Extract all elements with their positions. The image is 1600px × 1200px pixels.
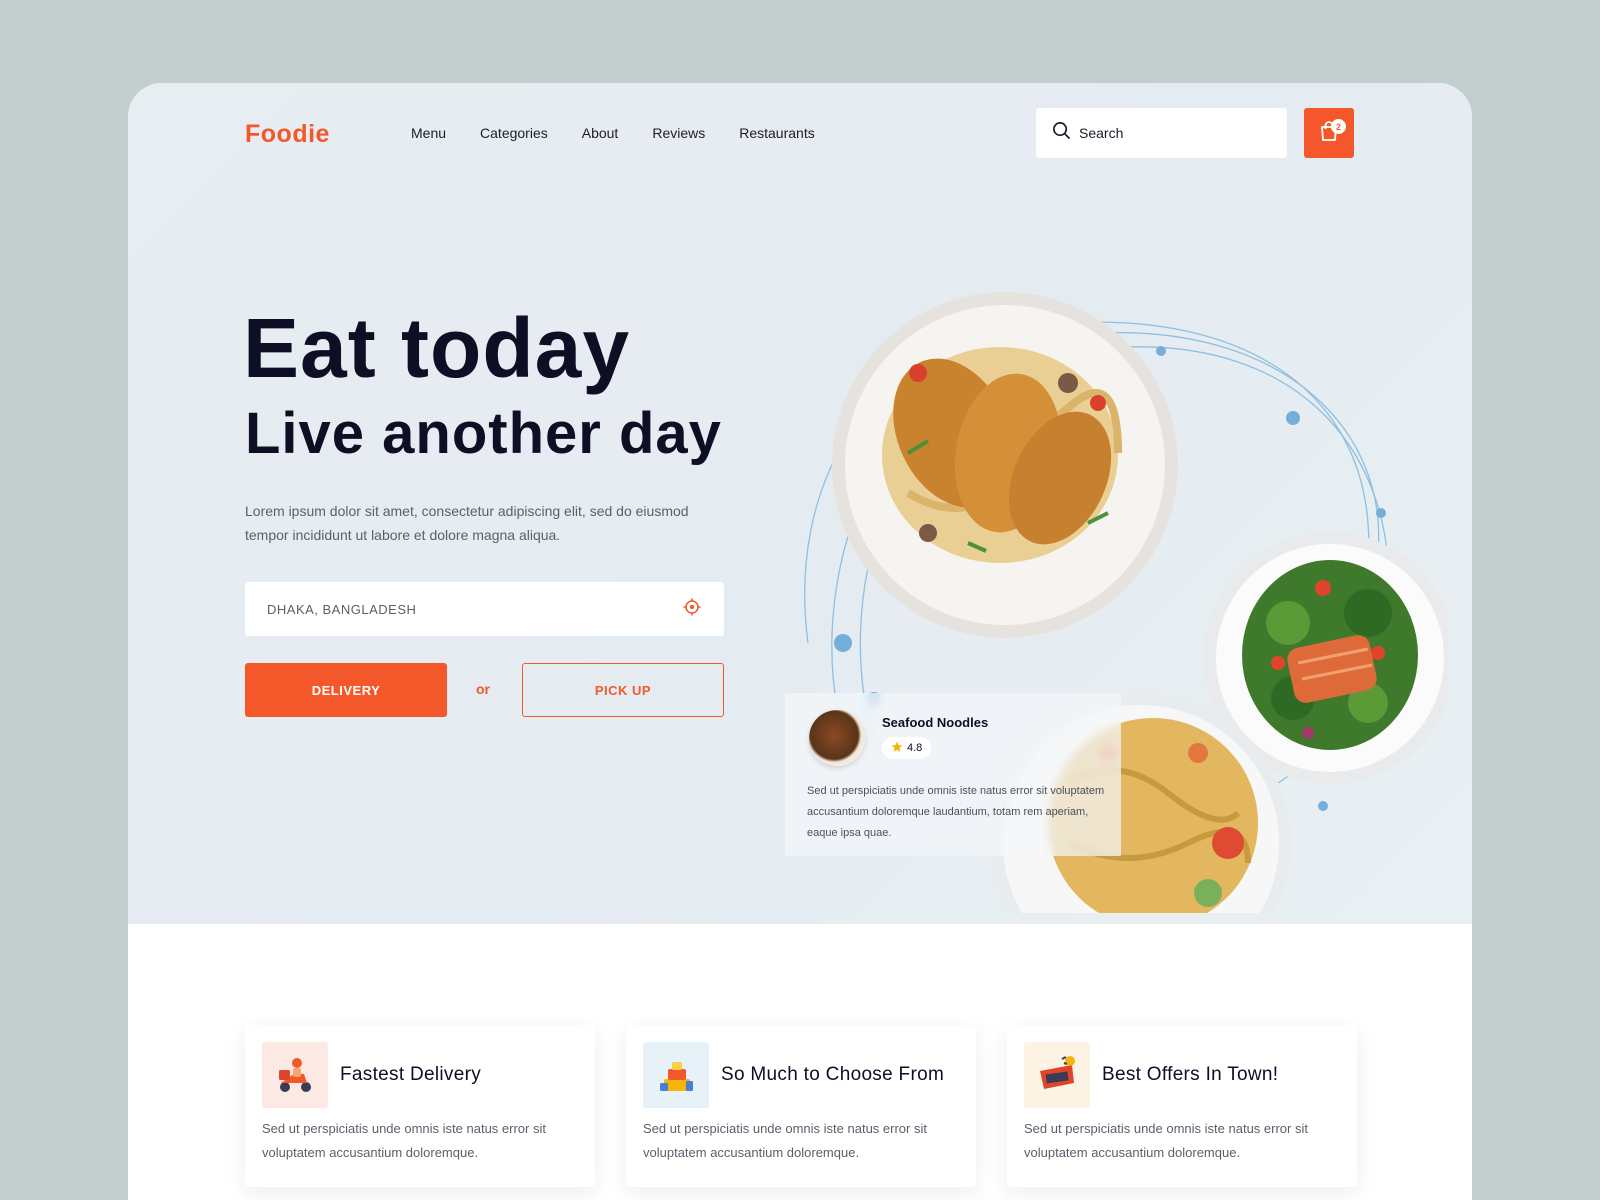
feature-card-delivery[interactable]: Fastest Delivery Sed ut perspiciatis und… bbox=[245, 1025, 595, 1187]
locate-icon[interactable] bbox=[682, 597, 702, 622]
dish-description: Sed ut perspiciatis unde omnis iste natu… bbox=[807, 785, 1105, 839]
nav-about[interactable]: About bbox=[582, 125, 619, 141]
search-box[interactable] bbox=[1036, 108, 1287, 158]
rating-value: 4.8 bbox=[907, 742, 923, 754]
headline: Eat today bbox=[243, 301, 631, 395]
landing-page: Foodie Menu Categories About Reviews Res… bbox=[128, 83, 1472, 1200]
features-row: Fastest Delivery Sed ut perspiciatis und… bbox=[245, 1025, 1357, 1187]
dish-title: Seafood Noodles bbox=[882, 715, 989, 730]
star-icon bbox=[891, 741, 903, 756]
main-nav: Menu Categories About Reviews Restaurant… bbox=[411, 125, 815, 141]
feature-card-offers[interactable]: Best Offers In Town! Sed ut perspiciatis… bbox=[1007, 1025, 1357, 1187]
chicken-pasta-plate bbox=[832, 292, 1178, 638]
location-box[interactable] bbox=[245, 582, 724, 636]
search-input[interactable] bbox=[1079, 125, 1269, 141]
or-label: or bbox=[476, 681, 490, 697]
feature-description: Sed ut perspiciatis unde omnis iste natu… bbox=[1024, 1121, 1308, 1160]
scooter-icon bbox=[262, 1042, 328, 1108]
feature-description: Sed ut perspiciatis unde omnis iste natu… bbox=[262, 1121, 546, 1160]
rating-badge: 4.8 bbox=[882, 737, 932, 759]
special-offer-icon bbox=[1024, 1042, 1090, 1108]
delivery-button[interactable]: DELIVERY bbox=[245, 663, 447, 717]
pickup-button[interactable]: PICK UP bbox=[522, 663, 724, 717]
logo[interactable]: Foodie bbox=[245, 120, 330, 149]
search-icon bbox=[1052, 121, 1071, 145]
subheadline: Live another day bbox=[245, 401, 722, 466]
nav-categories[interactable]: Categories bbox=[480, 125, 548, 141]
cart-count-badge: 2 bbox=[1331, 119, 1346, 134]
dish-thumbnail bbox=[809, 710, 865, 766]
hero-description: Lorem ipsum dolor sit amet, consectetur … bbox=[245, 503, 689, 543]
cart-button[interactable]: 2 bbox=[1304, 108, 1354, 158]
food-stack-icon bbox=[643, 1042, 709, 1108]
featured-dish-card[interactable]: Seafood Noodles 4.8 Sed ut perspiciatis … bbox=[785, 693, 1121, 856]
location-input[interactable] bbox=[267, 601, 682, 617]
nav-reviews[interactable]: Reviews bbox=[652, 125, 705, 141]
nav-restaurants[interactable]: Restaurants bbox=[739, 125, 814, 141]
feature-title: So Much to Choose From bbox=[721, 1064, 945, 1085]
feature-card-choice[interactable]: So Much to Choose From Sed ut perspiciat… bbox=[626, 1025, 976, 1187]
feature-title: Best Offers In Town! bbox=[1102, 1064, 1279, 1085]
feature-description: Sed ut perspiciatis unde omnis iste natu… bbox=[643, 1121, 927, 1160]
nav-menu[interactable]: Menu bbox=[411, 125, 446, 141]
hero-section: Foodie Menu Categories About Reviews Res… bbox=[128, 83, 1472, 924]
feature-title: Fastest Delivery bbox=[340, 1064, 482, 1085]
